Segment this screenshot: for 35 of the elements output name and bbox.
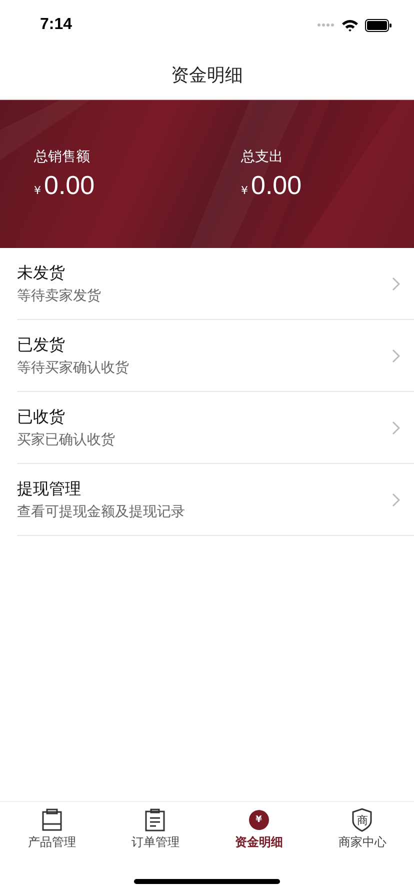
wifi-icon [341, 18, 359, 32]
page-title: 资金明细 [171, 64, 243, 86]
shield-icon: 商 [351, 808, 374, 832]
menu-title: 未发货 [17, 262, 65, 284]
menu-row[interactable]: 提现管理 查看可提现金额及提现记录 [17, 464, 414, 536]
tab-bar-item[interactable]: 商 商家中心 [310, 808, 414, 858]
battery-icon [365, 18, 392, 32]
currency-sign: ¥ [241, 184, 248, 196]
menu-subtitle: 等待卖家发货 [17, 286, 101, 304]
signal-icon [317, 23, 335, 27]
menu-title: 提现管理 [17, 478, 81, 500]
document-icon [143, 808, 168, 832]
menu-subtitle: 买家已确认收货 [17, 430, 115, 448]
menu-title: 已收货 [17, 406, 65, 428]
menu-row[interactable]: 已发货 等待买家确认收货 [17, 320, 414, 392]
yen-coin-icon: ¥ [248, 810, 269, 830]
currency-sign: ¥ [34, 184, 41, 196]
chevron-right-icon [392, 420, 400, 434]
menu-row[interactable]: 未发货 等待卖家发货 [17, 248, 414, 320]
tab-bar-item[interactable]: 产品管理 [0, 808, 104, 858]
summary-label: 总销售额 [34, 148, 90, 166]
summary-label: 总支出 [241, 148, 283, 166]
clipboard-icon [40, 808, 64, 832]
menu-subtitle: 等待买家确认收货 [17, 358, 129, 376]
summary-amount: 0.00 [44, 170, 95, 200]
menu-title: 已发货 [17, 334, 65, 356]
tab-bar-item[interactable]: ¥ 资金明细 [207, 808, 310, 858]
menu-subtitle: 查看可提现金额及提现记录 [17, 502, 185, 520]
chevron-right-icon [392, 348, 400, 362]
status-time: 7:14 [40, 16, 72, 34]
menu-row[interactable]: 已收货 买家已确认收货 [17, 392, 414, 464]
chevron-right-icon [392, 492, 400, 506]
tab-bar-item[interactable]: 订单管理 [104, 808, 207, 858]
chevron-right-icon [392, 276, 400, 290]
summary-amount: 0.00 [251, 170, 302, 200]
